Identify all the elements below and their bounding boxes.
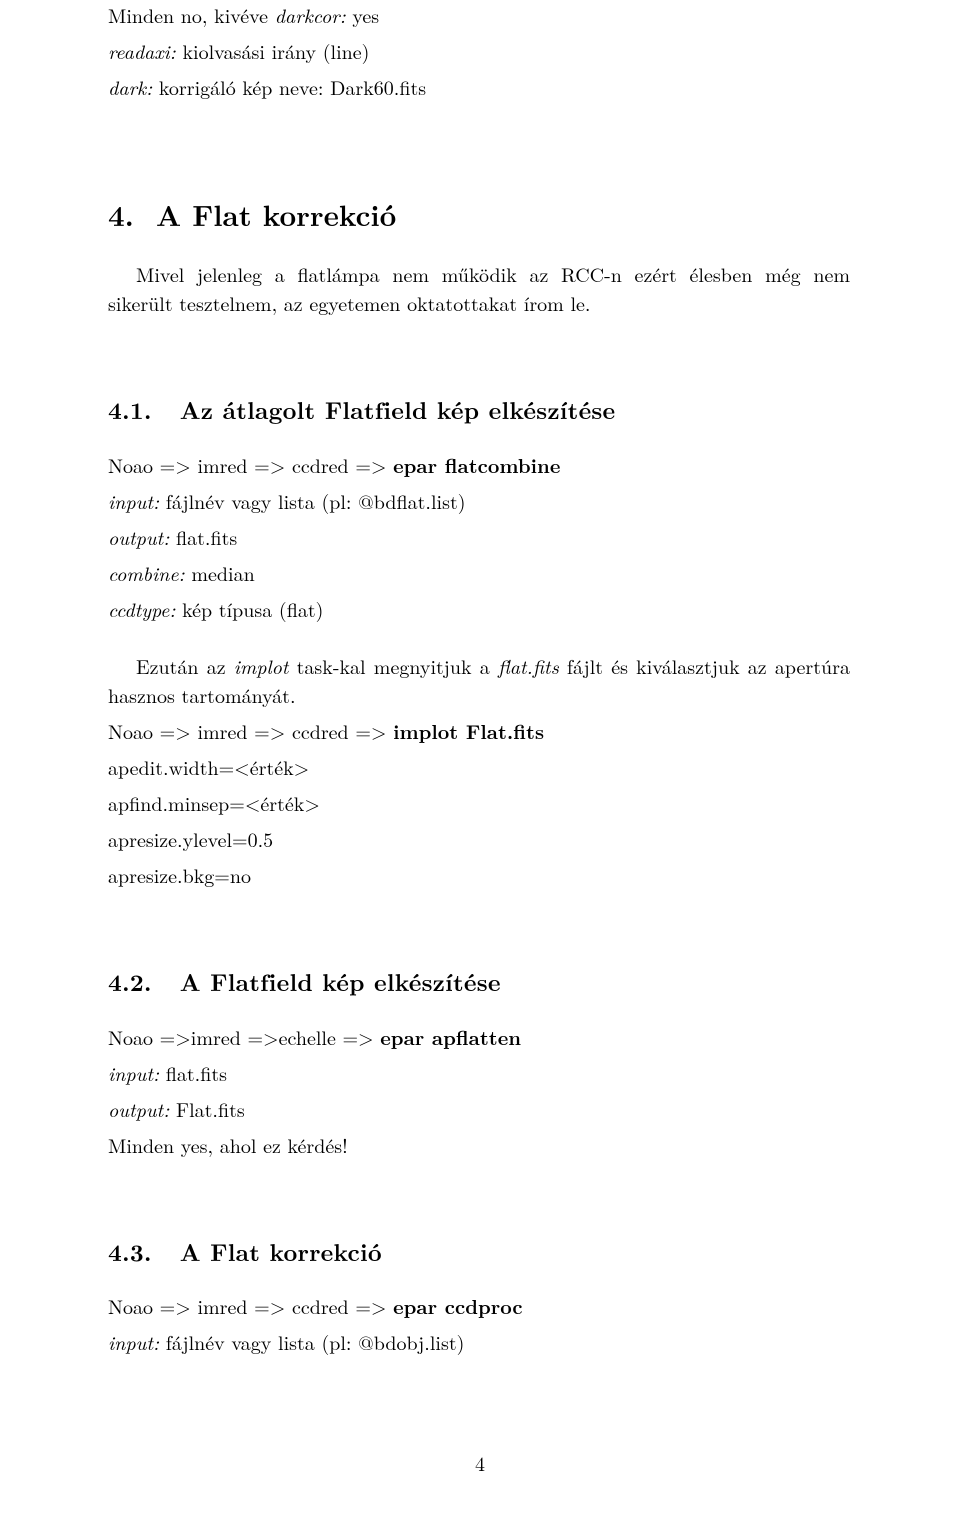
text: yes <box>346 0 379 29</box>
heading-section-4: 4. A Flat korrekció <box>108 193 850 235</box>
param-name: darkcor: <box>275 0 346 29</box>
heading-number: 4.1. <box>108 393 152 427</box>
file-name: flat.fits <box>498 651 559 680</box>
s42-line-1: Noao =>imred =>echelle => epar apflatten <box>108 1022 850 1051</box>
text: Noao => imred => ccdred => <box>108 450 393 479</box>
s41-line-6: Noao => imred => ccdred => implot Flat.f… <box>108 716 850 745</box>
intro-line-1: Minden no, kivéve darkcor: yes <box>108 0 850 29</box>
heading-section-4-1: 4.1. Az átlagolt Flatfield kép elkészítés… <box>108 393 850 428</box>
param-name: ccdtype: <box>108 594 175 623</box>
text: kép típusa (flat) <box>175 594 323 623</box>
intro-line-2: readaxi: kiolvasási irány (line) <box>108 36 850 65</box>
s43-line-2: input: fájlnév vagy lista (pl: @bdobj.li… <box>108 1327 850 1356</box>
s41-line-3: output: flat.fits <box>108 522 850 551</box>
s41-line-10: apresize.bkg=no <box>108 860 850 889</box>
s43-line-1: Noao => imred => ccdred => epar ccdproc <box>108 1291 850 1320</box>
param-name: input: <box>108 1058 159 1087</box>
task-name: implot <box>234 651 289 680</box>
param-name: combine: <box>108 558 185 587</box>
s42-line-4: Minden yes, ahol ez kérdés! <box>108 1130 850 1159</box>
text: median <box>185 558 255 587</box>
text: Ezután az <box>136 651 234 680</box>
heading-title: A Flat korrekció <box>156 193 396 235</box>
text: Mivel jelenleg a flatlámpa nem működik a… <box>108 259 850 317</box>
page-content: Minden no, kivéve darkcor: yes readaxi: … <box>0 0 960 1356</box>
heading-title: A Flatfield kép elkészítése <box>180 965 501 999</box>
s42-line-2: input: flat.fits <box>108 1058 850 1087</box>
text: apfind.minsep=<érték> <box>108 788 320 817</box>
text: flat.fits <box>169 522 237 551</box>
text: Minden yes, ahol ez kérdés! <box>108 1130 348 1159</box>
s41-paragraph-2: Ezután az implot task-kal megnyitjuk a f… <box>108 651 850 709</box>
text: apedit.width=<érték> <box>108 752 309 781</box>
s41-line-8: apfind.minsep=<érték> <box>108 788 850 817</box>
param-name: input: <box>108 486 159 515</box>
s4-paragraph: Mivel jelenleg a flatlámpa nem működik a… <box>108 259 850 317</box>
command-name: epar apflatten <box>380 1022 521 1051</box>
heading-title: A Flat korrekció <box>180 1235 382 1269</box>
text: fájlnév vagy lista (pl: @bdflat.list) <box>159 486 465 515</box>
text: Minden no, kivéve <box>108 0 275 29</box>
text: apresize.bkg=no <box>108 860 251 889</box>
heading-title: Az átlagolt Flatfield kép elkészítése <box>180 393 616 427</box>
s41-line-9: apresize.ylevel=0.5 <box>108 824 850 853</box>
intro-line-3: dark: korrigáló kép neve: Dark60.fits <box>108 72 850 101</box>
s41-line-7: apedit.width=<érték> <box>108 752 850 781</box>
s42-line-3: output: Flat.fits <box>108 1094 850 1123</box>
text: fájlnév vagy lista (pl: @bdobj.list) <box>159 1327 464 1356</box>
text: Flat.fits <box>169 1094 244 1123</box>
s41-line-5: ccdtype: kép típusa (flat) <box>108 594 850 623</box>
heading-number: 4.2. <box>108 965 152 999</box>
heading-section-4-3: 4.3. A Flat korrekció <box>108 1235 850 1270</box>
page-number: 4 <box>0 1448 960 1477</box>
command-name: implot Flat.fits <box>393 716 544 745</box>
text: Noao => imred => ccdred => <box>108 1291 393 1320</box>
text: korrigáló kép neve: Dark60.fits <box>152 72 426 101</box>
command-name: epar ccdproc <box>393 1291 522 1320</box>
param-name: output: <box>108 522 169 551</box>
param-name: output: <box>108 1094 169 1123</box>
param-name: input: <box>108 1327 159 1356</box>
heading-number: 4. <box>108 193 134 235</box>
heading-number: 4.3. <box>108 1235 152 1269</box>
text: Noao =>imred =>echelle => <box>108 1022 380 1051</box>
s41-line-2: input: fájlnév vagy lista (pl: @bdflat.l… <box>108 486 850 515</box>
text: apresize.ylevel=0.5 <box>108 824 273 853</box>
param-name: dark: <box>108 72 152 101</box>
text: Noao => imred => ccdred => <box>108 716 393 745</box>
s41-line-1: Noao => imred => ccdred => epar flatcomb… <box>108 450 850 479</box>
text: kiolvasási irány (line) <box>176 36 370 65</box>
heading-section-4-2: 4.2. A Flatfield kép elkészítése <box>108 965 850 1000</box>
text: flat.fits <box>159 1058 227 1087</box>
param-name: readaxi: <box>108 36 176 65</box>
text: task-kal megnyitjuk a <box>288 651 497 680</box>
command-name: epar flatcombine <box>393 450 560 479</box>
s41-line-4: combine: median <box>108 558 850 587</box>
